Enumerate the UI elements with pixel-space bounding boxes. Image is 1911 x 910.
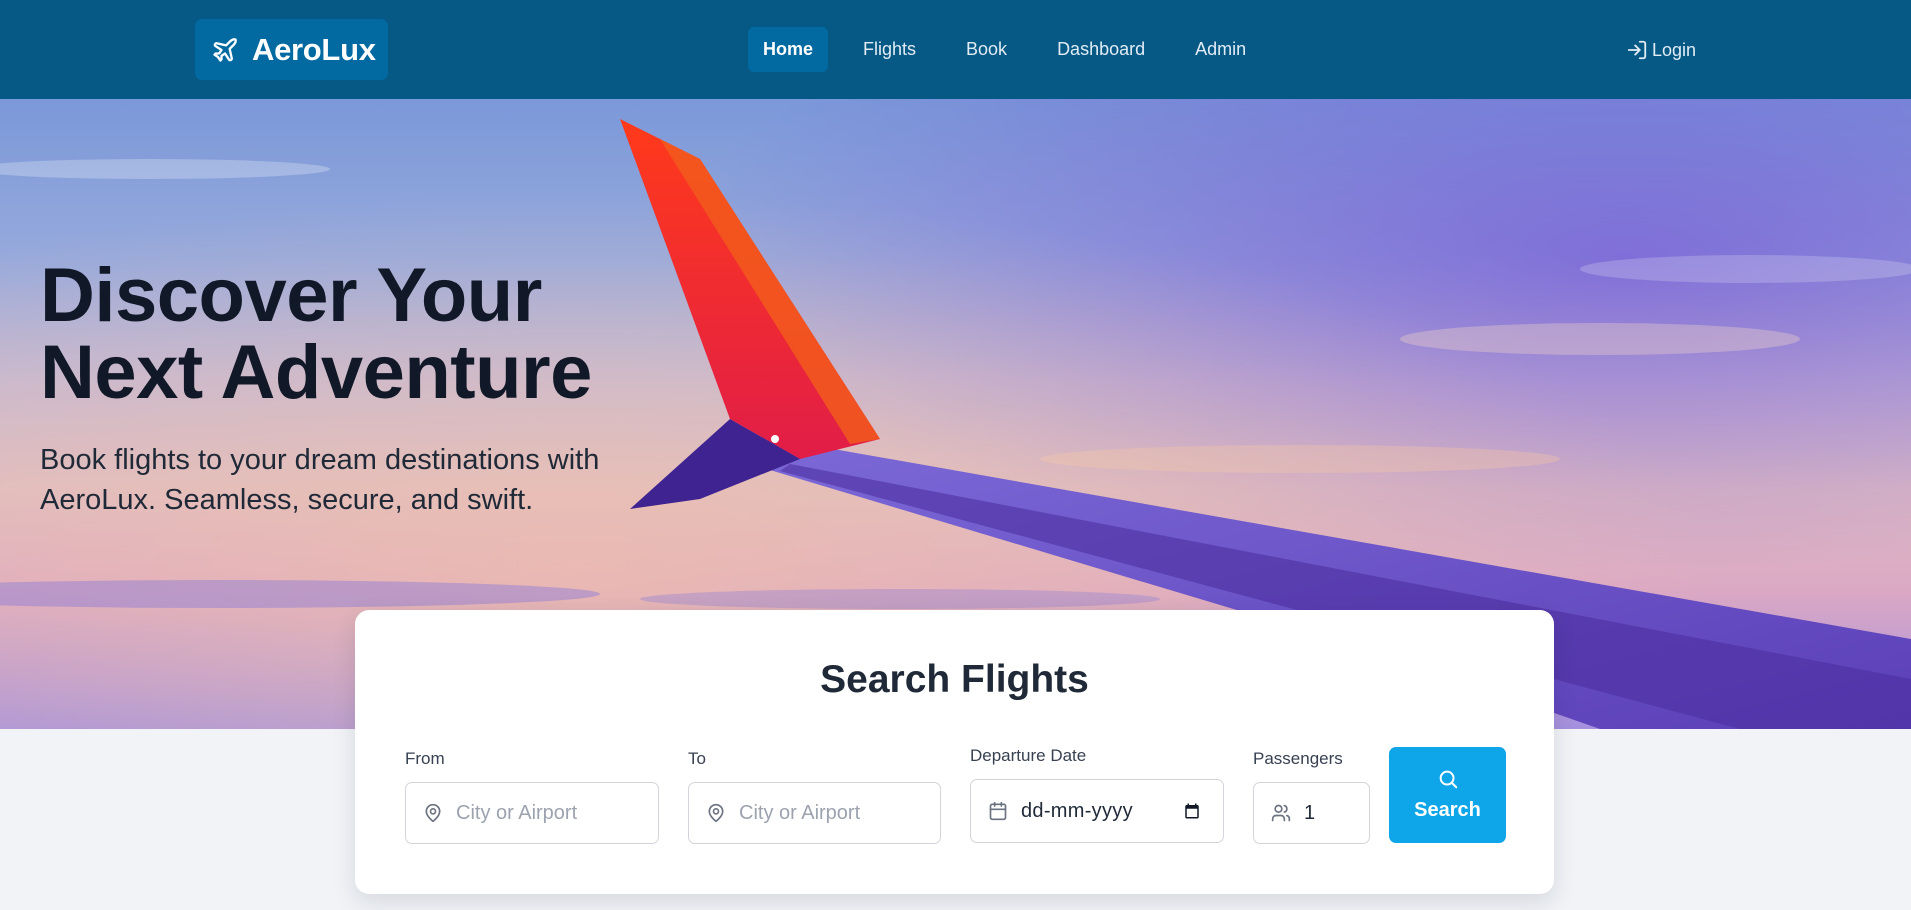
hero-subtitle-line2: AeroLux. Seamless, secure, and swift. xyxy=(40,484,534,516)
navbar: AeroLux Home Flights Book Dashboard Admi… xyxy=(0,0,1911,99)
nav-admin[interactable]: Admin xyxy=(1180,27,1261,72)
to-label: To xyxy=(688,749,706,768)
hero-title: Discover Your Next Adventure xyxy=(40,257,740,411)
departure-date-value: dd-mm-yyyy xyxy=(1021,799,1133,822)
brand-logo[interactable]: AeroLux xyxy=(195,19,388,80)
to-input-box[interactable] xyxy=(688,782,941,844)
search-button-label: Search xyxy=(1414,799,1481,821)
hero-subtitle-line1: Book flights to your dream destinations … xyxy=(40,444,600,476)
brand-name: AeroLux xyxy=(252,31,376,67)
to-input[interactable] xyxy=(739,793,899,833)
plane-icon xyxy=(210,35,240,65)
departure-date-field: Departure Date dd-mm-yyyy xyxy=(970,746,1224,844)
nav-flights[interactable]: Flights xyxy=(848,27,931,72)
nav-book[interactable]: Book xyxy=(951,27,1022,72)
main-nav: Home Flights Book Dashboard Admin xyxy=(748,27,1281,72)
from-field: From xyxy=(405,749,659,844)
hero-subtitle: Book flights to your dream destinations … xyxy=(40,440,740,520)
map-pin-icon xyxy=(705,802,727,824)
login-label: Login xyxy=(1652,39,1697,60)
departure-date-label: Departure Date xyxy=(970,746,1087,765)
from-label: From xyxy=(405,749,445,768)
search-card-title: Search Flights xyxy=(820,658,1089,701)
login-button[interactable]: Login xyxy=(1626,36,1696,64)
to-field: To xyxy=(688,749,941,844)
departure-date-input[interactable]: dd-mm-yyyy xyxy=(970,779,1224,843)
passengers-value[interactable]: 1 xyxy=(1304,802,1369,825)
passengers-field: Passengers 1 xyxy=(1253,749,1370,844)
nav-dashboard[interactable]: Dashboard xyxy=(1042,27,1160,72)
users-icon xyxy=(1270,802,1292,824)
calendar-picker-icon[interactable] xyxy=(1183,800,1205,822)
login-icon xyxy=(1626,39,1648,61)
passengers-label: Passengers xyxy=(1253,749,1343,768)
calendar-icon xyxy=(987,800,1009,822)
search-flights-card: Search Flights From To Departure Date xyxy=(355,610,1554,894)
hero-title-line2: Next Adventure xyxy=(40,330,592,415)
map-pin-icon xyxy=(422,802,444,824)
from-input-box[interactable] xyxy=(405,782,659,844)
search-icon xyxy=(1437,768,1459,795)
hero-title-line1: Discover Your xyxy=(40,253,542,338)
passengers-input-box[interactable]: 1 xyxy=(1253,782,1370,844)
nav-home[interactable]: Home xyxy=(748,27,829,72)
from-input[interactable] xyxy=(456,793,616,833)
search-button[interactable]: Search xyxy=(1389,747,1506,843)
